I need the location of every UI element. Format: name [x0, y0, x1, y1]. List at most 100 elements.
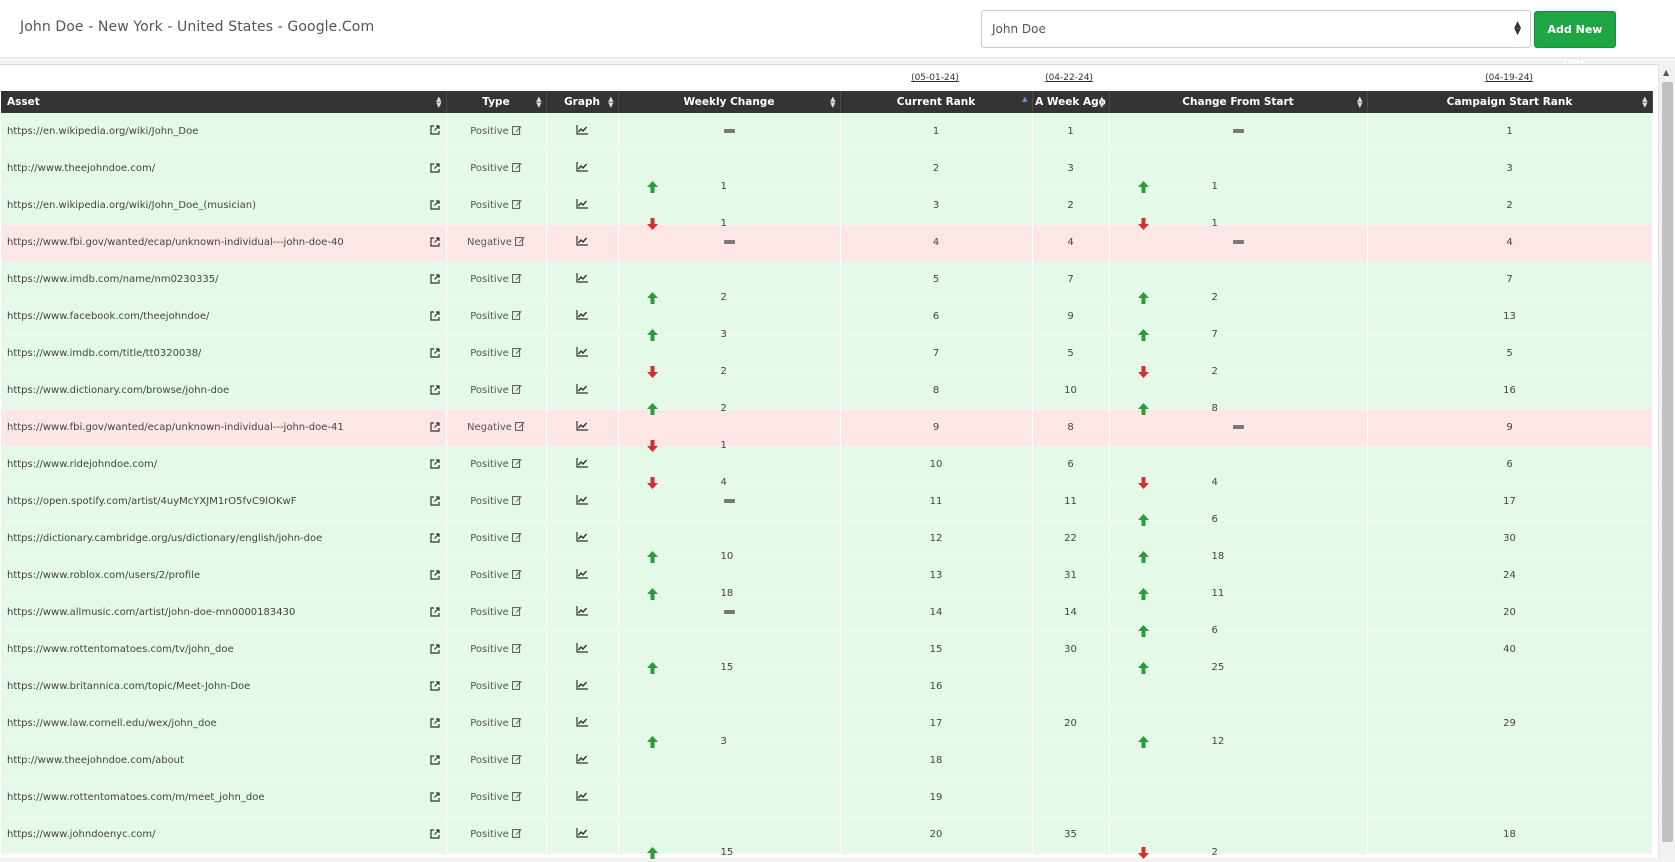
asset-url[interactable]: https://www.johndoenyc.com/: [7, 829, 156, 840]
col-campaign-start-rank[interactable]: Campaign Start Rank ▲ ▼: [1367, 91, 1653, 113]
current-rank-date-link[interactable]: (05-01-24): [895, 73, 975, 83]
col-change-from-start[interactable]: Change From Start ▲ ▼: [1109, 91, 1368, 113]
external-link-icon[interactable]: [429, 532, 440, 546]
edit-icon[interactable]: [511, 532, 522, 545]
graph-icon[interactable]: [576, 606, 588, 619]
col-graph[interactable]: Graph ▲ ▼: [546, 91, 619, 113]
asset-url[interactable]: https://www.imdb.com/name/nm0230335/: [7, 274, 218, 285]
edit-icon[interactable]: [511, 680, 522, 693]
external-link-icon[interactable]: [429, 162, 440, 176]
edit-icon[interactable]: [515, 236, 525, 249]
edit-icon[interactable]: [511, 754, 522, 767]
graph-icon[interactable]: [576, 495, 588, 508]
external-link-icon[interactable]: [429, 754, 440, 768]
edit-icon[interactable]: [511, 310, 522, 323]
asset-url[interactable]: https://www.facebook.com/theejohndoe/: [7, 311, 209, 322]
edit-icon[interactable]: [511, 162, 522, 175]
graph-icon[interactable]: [576, 680, 588, 693]
graph-icon[interactable]: [576, 384, 588, 397]
graph-icon[interactable]: [576, 347, 588, 360]
graph-icon[interactable]: [576, 458, 588, 471]
col-type[interactable]: Type ▲ ▼: [446, 91, 547, 113]
edit-icon[interactable]: [511, 458, 522, 471]
external-link-icon[interactable]: [429, 643, 440, 657]
asset-url[interactable]: https://www.fbi.gov/wanted/ecap/unknown-…: [7, 237, 344, 248]
asset-url[interactable]: https://www.law.cornell.edu/wex/john_doe: [7, 718, 217, 729]
edit-icon[interactable]: [511, 569, 522, 582]
edit-icon[interactable]: [515, 421, 525, 434]
asset-url[interactable]: http://www.theejohndoe.com/: [7, 163, 155, 174]
week-ago-date-link[interactable]: (04-22-24): [1029, 73, 1109, 83]
asset-url[interactable]: http://www.theejohndoe.com/about: [7, 755, 184, 766]
asset-url[interactable]: https://www.allmusic.com/artist/john-doe…: [7, 607, 295, 618]
graph-icon[interactable]: [576, 791, 588, 804]
external-link-icon[interactable]: [429, 421, 440, 435]
external-link-icon[interactable]: [429, 791, 440, 805]
col-asset[interactable]: Asset ▲ ▼: [1, 91, 447, 113]
asset-url[interactable]: https://dictionary.cambridge.org/us/dict…: [7, 533, 322, 544]
graph-icon[interactable]: [576, 162, 588, 175]
edit-icon[interactable]: [511, 384, 522, 397]
graph-icon[interactable]: [576, 828, 588, 841]
edit-icon[interactable]: [511, 125, 522, 138]
asset-url[interactable]: https://www.fbi.gov/wanted/ecap/unknown-…: [7, 422, 344, 433]
graph-icon[interactable]: [576, 421, 588, 434]
external-link-icon[interactable]: [429, 606, 440, 620]
asset-url[interactable]: https://www.rottentomatoes.com/tv/john_d…: [7, 644, 234, 655]
scrollbar-thumb[interactable]: [1662, 82, 1673, 842]
type-label: Positive: [470, 792, 509, 803]
scroll-up-icon[interactable]: ▲: [1663, 68, 1669, 77]
asset-url[interactable]: https://www.rottentomatoes.com/m/meet_jo…: [7, 792, 264, 803]
external-link-icon[interactable]: [429, 273, 440, 287]
external-link-icon[interactable]: [429, 125, 440, 138]
external-link-icon[interactable]: [429, 310, 440, 324]
asset-url[interactable]: https://en.wikipedia.org/wiki/John_Doe_(…: [7, 200, 256, 211]
graph-icon[interactable]: [576, 236, 588, 249]
external-link-icon[interactable]: [429, 495, 440, 509]
external-link-icon[interactable]: [429, 347, 440, 361]
edit-icon[interactable]: [511, 495, 522, 508]
graph-icon[interactable]: [576, 754, 588, 767]
campaign-start-rank-cell: [1367, 668, 1653, 706]
current-rank-cell: 17: [840, 705, 1033, 743]
edit-icon[interactable]: [511, 273, 522, 286]
edit-icon[interactable]: [511, 791, 522, 804]
graph-icon[interactable]: [576, 199, 588, 212]
edit-icon[interactable]: [511, 828, 522, 841]
external-link-icon[interactable]: [429, 384, 440, 398]
external-link-icon[interactable]: [429, 717, 440, 731]
graph-icon[interactable]: [576, 569, 588, 582]
asset-url[interactable]: https://www.dictionary.com/browse/john-d…: [7, 385, 229, 396]
external-link-icon[interactable]: [429, 199, 440, 213]
edit-icon[interactable]: [511, 199, 522, 212]
graph-icon[interactable]: [576, 310, 588, 323]
graph-icon[interactable]: [576, 643, 588, 656]
external-link-icon[interactable]: [429, 569, 440, 583]
edit-icon[interactable]: [511, 606, 522, 619]
graph-icon[interactable]: [576, 532, 588, 545]
asset-cell: https://www.rottentomatoes.com/m/meet_jo…: [1, 779, 447, 817]
asset-url[interactable]: https://www.imdb.com/title/tt0320038/: [7, 348, 201, 359]
vertical-scrollbar[interactable]: ▲: [1658, 64, 1675, 858]
asset-url[interactable]: https://www.britannica.com/topic/Meet-Jo…: [7, 681, 250, 692]
campaign-start-date-link[interactable]: (04-19-24): [1469, 73, 1549, 83]
col-week-ago[interactable]: A Week Ago ▲ ▼: [1032, 91, 1110, 113]
edit-icon[interactable]: [511, 643, 522, 656]
external-link-icon[interactable]: [429, 236, 440, 250]
graph-icon[interactable]: [576, 273, 588, 286]
graph-icon[interactable]: [576, 124, 588, 138]
graph-icon[interactable]: [576, 717, 588, 730]
profile-select[interactable]: John Doe ▲ ▼: [981, 10, 1531, 48]
add-new-url-button[interactable]: Add New URL: [1534, 11, 1616, 71]
external-link-icon[interactable]: [429, 458, 440, 472]
edit-icon[interactable]: [511, 717, 522, 730]
external-link-icon[interactable]: [429, 828, 440, 842]
asset-url[interactable]: https://www.ridejohndoe.com/: [7, 459, 157, 470]
asset-url[interactable]: https://www.roblox.com/users/2/profile: [7, 570, 200, 581]
col-current-rank[interactable]: Current Rank ▲: [840, 91, 1033, 113]
col-weekly-change[interactable]: Weekly Change ▲ ▼: [618, 91, 841, 113]
asset-url[interactable]: https://open.spotify.com/artist/4uyMcYXJ…: [7, 496, 296, 507]
edit-icon[interactable]: [511, 347, 522, 360]
external-link-icon[interactable]: [429, 680, 440, 694]
asset-url[interactable]: https://en.wikipedia.org/wiki/John_Doe: [7, 126, 198, 137]
